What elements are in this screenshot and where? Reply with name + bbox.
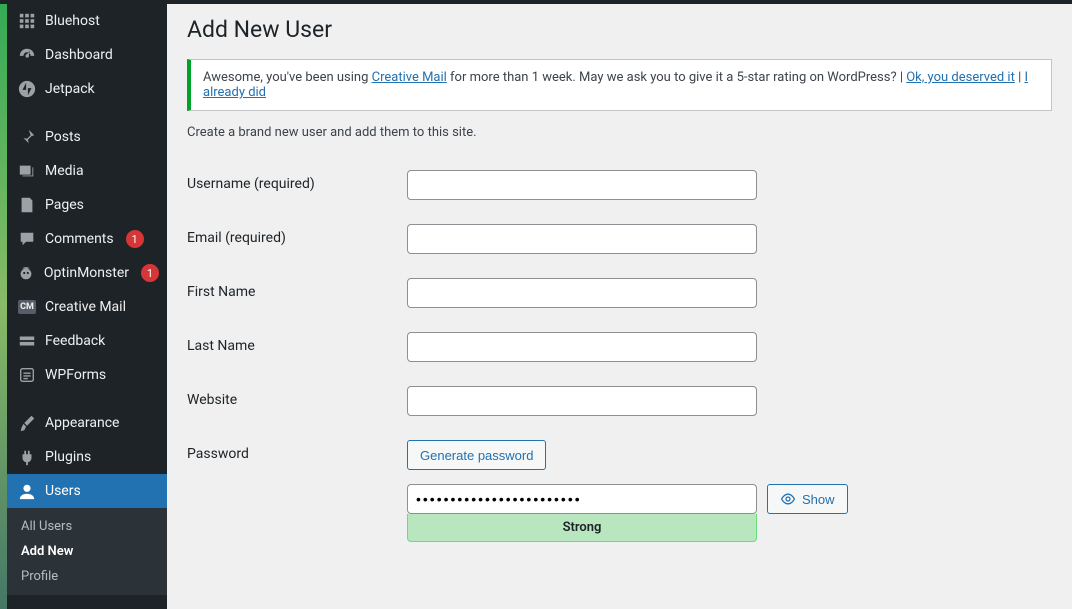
sidebar-item-comments[interactable]: Comments 1 [7, 222, 167, 256]
sidebar-item-label: OptinMonster [44, 265, 129, 281]
topbar-insights[interactable]: Insights [351, 0, 435, 4]
password-input[interactable] [407, 484, 757, 514]
first-name-label: First Name [187, 266, 407, 320]
last-name-input[interactable] [407, 332, 757, 362]
comment-icon [17, 229, 37, 249]
topbar-help[interactable]: Need help? [536, 0, 616, 4]
feedback-icon [17, 331, 37, 351]
topbar-caching[interactable]: Caching [288, 0, 351, 4]
sidebar-item-label: Media [45, 163, 84, 179]
sidebar-sub-profile[interactable]: Profile [7, 564, 167, 589]
creative-mail-icon: CM [17, 297, 37, 317]
website-label: Website [187, 374, 407, 428]
rating-notice: Awesome, you've been using Creative Mail… [187, 59, 1052, 111]
sidebar-item-bluehost[interactable]: Bluehost [7, 4, 167, 38]
sidebar-item-label: Comments [45, 231, 114, 247]
sidebar-item-creative-mail[interactable]: CM Creative Mail [7, 290, 167, 324]
plug-icon [17, 447, 37, 467]
username-label: Username (required) [187, 158, 407, 212]
optinmonster-count-badge: 1 [141, 264, 159, 282]
topbar-comments[interactable] [192, 0, 224, 4]
password-strength-indicator: Strong [407, 514, 757, 542]
sidebar-item-wpforms[interactable]: WPForms [7, 358, 167, 392]
gauge-icon [17, 45, 37, 65]
sidebar-item-label: Appearance [45, 415, 119, 431]
sidebar-item-label: WPForms [45, 367, 106, 383]
email-label: Email (required) [187, 212, 407, 266]
page-description: Create a brand new user and add them to … [187, 125, 1052, 140]
sidebar-item-label: Jetpack [45, 81, 95, 97]
sidebar-item-label: Users [45, 483, 81, 499]
notice-link-ok[interactable]: Ok, you deserved it [906, 70, 1015, 85]
notice-text-pre: Awesome, you've been using [203, 70, 372, 85]
sidebar-item-jetpack[interactable]: Jetpack [7, 72, 167, 106]
password-label: Password [187, 428, 407, 554]
page-title: Add New User [187, 16, 1052, 43]
optinmonster-icon [17, 263, 36, 283]
sidebar-item-plugins[interactable]: Plugins [7, 440, 167, 474]
sidebar-item-label: Bluehost [45, 13, 100, 29]
jetpack-icon [17, 79, 37, 99]
pin-icon [17, 127, 37, 147]
sidebar-sub-add-new[interactable]: Add New [7, 539, 167, 564]
page-icon [17, 195, 37, 215]
sidebar-item-feedback[interactable]: Feedback [7, 324, 167, 358]
first-name-input[interactable] [407, 278, 757, 308]
sidebar-item-label: Dashboard [45, 47, 113, 63]
sidebar-item-label: Feedback [45, 333, 105, 349]
sidebar-item-pages[interactable]: Pages [7, 188, 167, 222]
main-content: Add New User Awesome, you've been using … [167, 0, 1072, 609]
media-icon [17, 161, 37, 181]
topbar-wpforms[interactable]: WPForms1 [435, 0, 536, 4]
admin-sidebar: Bluehost Dashboard Jetpack Posts Media P… [7, 0, 167, 609]
email-input[interactable] [407, 224, 757, 254]
sidebar-item-appearance[interactable]: Appearance [7, 406, 167, 440]
sidebar-item-label: Plugins [45, 449, 91, 465]
sidebar-item-dashboard[interactable]: Dashboard [7, 38, 167, 72]
notice-link-creative-mail[interactable]: Creative Mail [372, 70, 447, 85]
sidebar-users-submenu: All Users Add New Profile [7, 508, 167, 595]
eye-icon [780, 491, 796, 507]
website-input[interactable] [407, 386, 757, 416]
sidebar-item-posts[interactable]: Posts [7, 120, 167, 154]
user-icon [17, 481, 37, 501]
username-input[interactable] [407, 170, 757, 200]
comments-count-badge: 1 [126, 230, 144, 248]
sidebar-item-media[interactable]: Media [7, 154, 167, 188]
wpforms-icon [17, 365, 37, 385]
sidebar-item-users[interactable]: Users [7, 474, 167, 508]
generate-password-button[interactable]: Generate password [407, 440, 546, 470]
topbar-new[interactable]: New [224, 0, 288, 4]
show-password-button[interactable]: Show [767, 484, 848, 514]
sidebar-item-label: Posts [45, 129, 81, 145]
notice-text-mid: for more than 1 week. May we ask you to … [447, 70, 906, 85]
brush-icon [17, 413, 37, 433]
window-gutter [0, 0, 7, 609]
sidebar-item-optinmonster[interactable]: OptinMonster 1 [7, 256, 167, 290]
last-name-label: Last Name [187, 320, 407, 374]
add-user-form: Username (required) Email (required) Fir… [187, 158, 1052, 554]
sidebar-item-label: Creative Mail [45, 299, 126, 315]
sidebar-item-label: Pages [45, 197, 84, 213]
sidebar-sub-all-users[interactable]: All Users [7, 514, 167, 539]
grid-icon [17, 11, 37, 31]
